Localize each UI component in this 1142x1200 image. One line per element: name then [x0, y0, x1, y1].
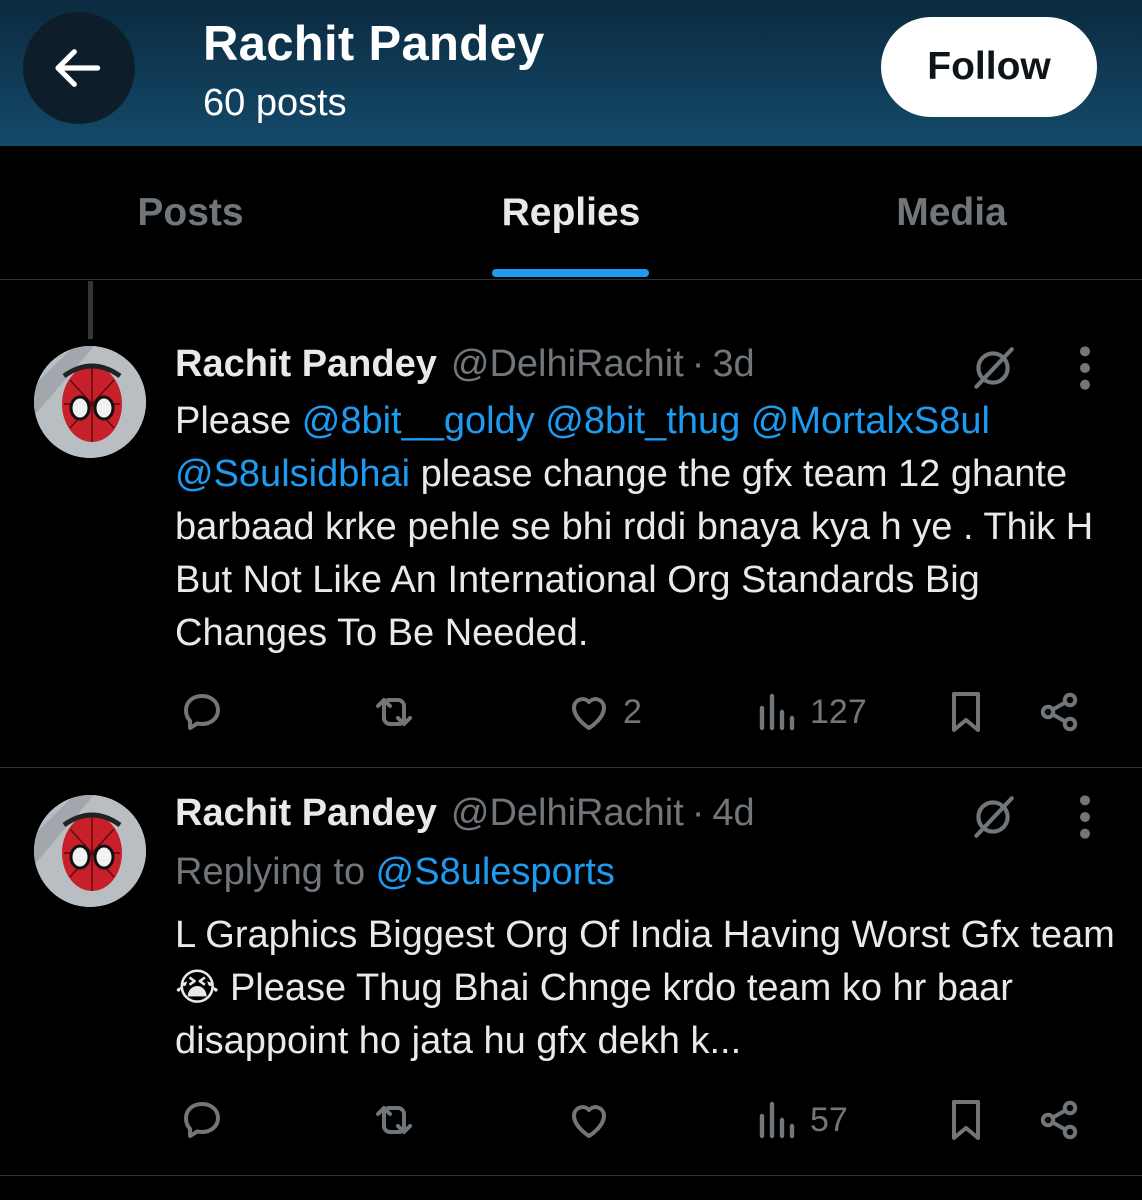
reply-icon	[184, 694, 220, 730]
separator-dot: ·	[691, 343, 705, 385]
back-button[interactable]	[23, 12, 135, 124]
views-button[interactable]: 127	[752, 682, 867, 742]
spiderman-avatar-image	[34, 346, 146, 458]
author-name[interactable]: Rachit Pandey	[175, 343, 437, 386]
grok-icon[interactable]	[968, 343, 1018, 393]
author-handle[interactable]: @DelhiRachit	[451, 792, 684, 835]
views-icon	[759, 1101, 795, 1139]
bookmark-button[interactable]	[942, 682, 990, 742]
repost-icon	[376, 698, 412, 726]
spiderman-avatar-image	[34, 795, 146, 907]
profile-name: Rachit Pandey	[203, 17, 545, 71]
post-text-segment	[535, 400, 546, 442]
profile-header: Rachit Pandey 60 posts Follow	[0, 0, 1142, 146]
arrow-left-icon	[55, 49, 101, 87]
post-text: L Graphics Biggest Org Of India Having W…	[175, 914, 1115, 1062]
mention-link[interactable]: @8bit__goldy	[302, 400, 535, 442]
post-time[interactable]: 3d	[712, 343, 754, 386]
mention-link[interactable]: @S8ulesports	[376, 851, 615, 893]
heart-icon	[572, 1105, 606, 1138]
reply-icon	[184, 1102, 220, 1138]
follow-button[interactable]: Follow	[881, 17, 1097, 117]
post-count: 60 posts	[203, 82, 347, 124]
tab-replies[interactable]: Replies	[381, 146, 761, 280]
post-text-segment: Please	[175, 400, 302, 442]
reply-post[interactable]: Rachit Pandey @DelhiRachit · 4d Replying…	[0, 768, 1142, 1176]
replying-to: Replying to @S8ulesports	[175, 851, 615, 894]
post-header: Rachit Pandey @DelhiRachit · 4d	[175, 792, 755, 835]
more-options-icon[interactable]	[1070, 343, 1100, 393]
author-name[interactable]: Rachit Pandey	[175, 792, 437, 835]
active-tab-indicator	[492, 269, 649, 277]
post-actions: 57	[0, 1090, 1142, 1150]
post-header: Rachit Pandey @DelhiRachit · 3d	[175, 343, 755, 386]
share-button[interactable]	[1036, 1090, 1084, 1150]
like-button[interactable]	[565, 1090, 623, 1150]
mention-link[interactable]: @S8ulsidbhai	[175, 453, 410, 495]
avatar[interactable]	[34, 346, 146, 458]
post-actions: 2 127	[0, 682, 1142, 742]
views-icon	[759, 693, 795, 731]
tab-media[interactable]: Media	[761, 146, 1142, 280]
view-count: 127	[810, 692, 867, 731]
bookmark-button[interactable]	[942, 1090, 990, 1150]
repost-button[interactable]	[370, 1090, 418, 1150]
author-handle[interactable]: @DelhiRachit	[451, 343, 684, 386]
replying-to-label: Replying to	[175, 851, 376, 893]
bookmark-icon	[952, 1100, 980, 1140]
separator-dot: ·	[691, 792, 705, 834]
share-button[interactable]	[1036, 682, 1084, 742]
mention-link[interactable]: @MortalxS8ul	[751, 400, 990, 442]
repost-icon	[376, 1106, 412, 1134]
like-button[interactable]: 2	[565, 682, 642, 742]
more-options-icon[interactable]	[1070, 792, 1100, 842]
avatar[interactable]	[34, 795, 146, 907]
heart-icon	[572, 697, 606, 730]
post-text: Please @8bit__goldy @8bit_thug @MortalxS…	[175, 395, 1115, 660]
reply-post[interactable]: Rachit Pandey @DelhiRachit · 3d Please @…	[0, 281, 1142, 768]
tab-posts[interactable]: Posts	[0, 146, 381, 280]
views-button[interactable]: 57	[752, 1090, 848, 1150]
reply-button[interactable]	[178, 682, 226, 742]
repost-button[interactable]	[370, 682, 418, 742]
post-text-segment	[740, 400, 751, 442]
bookmark-icon	[952, 692, 980, 732]
share-icon	[1040, 692, 1078, 732]
grok-icon[interactable]	[968, 792, 1018, 842]
mention-link[interactable]: @8bit_thug	[545, 400, 740, 442]
view-count: 57	[810, 1100, 848, 1139]
profile-tabs: Posts Replies Media	[0, 146, 1142, 280]
post-time[interactable]: 4d	[712, 792, 754, 835]
reply-button[interactable]	[178, 1090, 226, 1150]
like-count: 2	[623, 692, 642, 731]
share-icon	[1040, 1100, 1078, 1140]
